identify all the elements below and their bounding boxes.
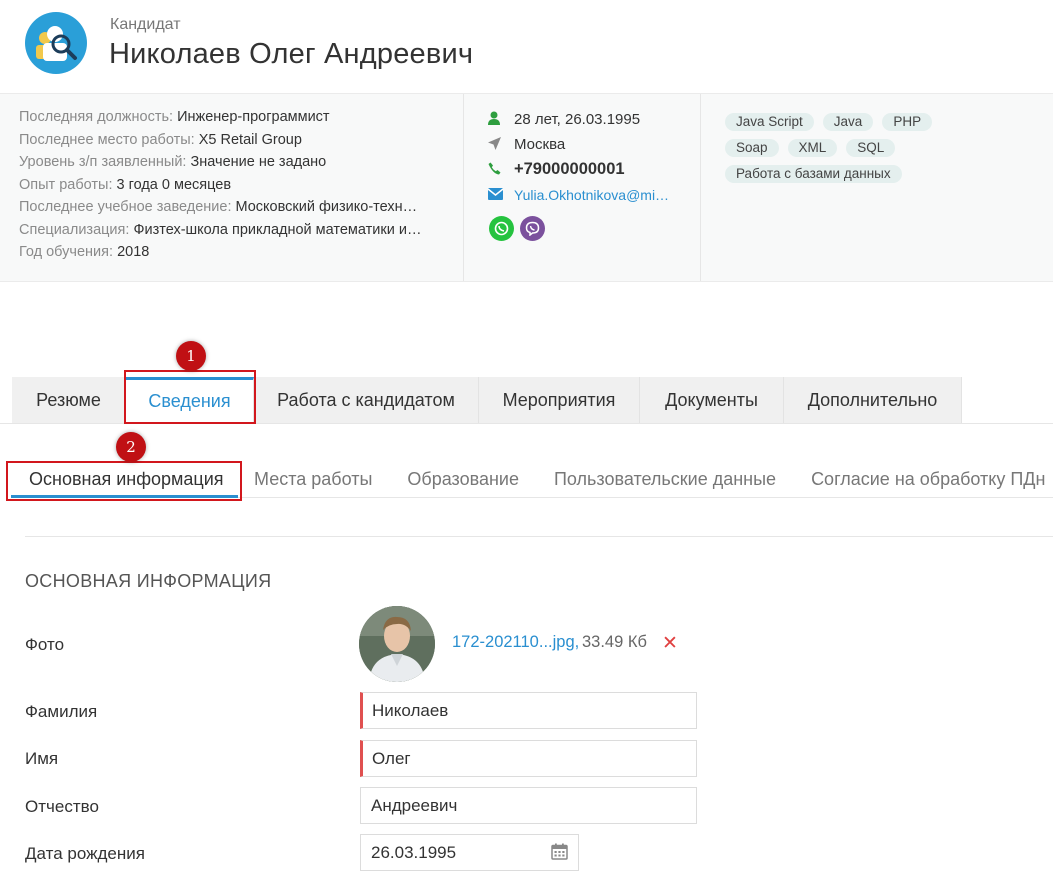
field-label-middle-name: Отчество bbox=[25, 797, 99, 816]
tab-events[interactable]: Мероприятия bbox=[479, 377, 640, 423]
tab-documents[interactable]: Документы bbox=[640, 377, 784, 423]
section-divider bbox=[25, 536, 1053, 537]
middle-name-field[interactable]: Андреевич bbox=[360, 787, 697, 824]
candidate-label: Кандидат bbox=[110, 16, 181, 33]
skills-list: Java Script Java PHP Soap XML SQL Работа… bbox=[725, 113, 945, 183]
photo-label: Фото bbox=[25, 635, 65, 654]
field-label-birth-date: Дата рождения bbox=[25, 844, 145, 863]
birth-date-value: 26.03.1995 bbox=[371, 843, 457, 862]
messenger-links bbox=[489, 216, 545, 241]
candidate-details: Последняя должность: Инженер-программист… bbox=[19, 109, 444, 267]
detail-education: Последнее учебное заведение: Московский … bbox=[19, 199, 418, 215]
contacts-block: 28 лет, 26.03.1995 Москва +79000000001 Y… bbox=[487, 107, 688, 207]
contact-city: Москва bbox=[488, 132, 688, 157]
detail-last-workplace: Последнее место работы: X5 Retail Group bbox=[19, 131, 302, 148]
field-label-first-name: Имя bbox=[25, 749, 59, 768]
location-arrow-icon bbox=[488, 136, 514, 153]
birth-date-field[interactable]: 26.03.1995 bbox=[360, 834, 579, 871]
tab-resume[interactable]: Резюме bbox=[12, 377, 126, 423]
tab-candidate-work[interactable]: Работа с кандидатом bbox=[254, 377, 479, 423]
photo-file-size: 33.49 Кб bbox=[582, 633, 647, 651]
contact-phone[interactable]: +79000000001 bbox=[488, 157, 688, 182]
detail-salary: Уровень з/п заявленный: Значение не зада… bbox=[19, 154, 327, 170]
delete-photo-icon[interactable]: ✕ bbox=[662, 632, 678, 655]
viber-icon[interactable] bbox=[520, 216, 545, 241]
section-title: ОСНОВНАЯ ИНФОРМАЦИЯ bbox=[25, 571, 272, 591]
candidate-header: Кандидат Николаев Олег Андреевич bbox=[0, 0, 1053, 93]
first-name-field[interactable]: Олег bbox=[360, 740, 697, 777]
candidate-search-icon bbox=[25, 12, 87, 74]
skill-tag[interactable]: Java Script bbox=[725, 113, 814, 131]
last-name-field[interactable]: Николаев bbox=[360, 692, 697, 729]
phone-icon bbox=[488, 162, 514, 178]
field-label-last-name: Фамилия bbox=[25, 702, 98, 721]
candidate-summary-panel: Последняя должность: Инженер-программист… bbox=[0, 93, 1053, 282]
subtab-workplaces[interactable]: Места работы bbox=[254, 462, 372, 498]
skill-tag[interactable]: Soap bbox=[725, 139, 779, 157]
detail-specialization: Специализация: Физтех-школа прикладной м… bbox=[19, 221, 422, 238]
skill-tag[interactable]: SQL bbox=[846, 139, 896, 157]
subtab-education[interactable]: Образование bbox=[407, 462, 519, 498]
marker-badge-2: 2 bbox=[116, 432, 146, 462]
column-divider bbox=[463, 94, 464, 281]
skill-tag[interactable]: XML bbox=[787, 139, 838, 157]
candidate-photo[interactable] bbox=[359, 606, 435, 682]
highlight-box-1 bbox=[124, 370, 256, 424]
subtab-custom-data[interactable]: Пользовательские данные bbox=[554, 462, 776, 498]
tab-additional[interactable]: Дополнительно bbox=[784, 377, 962, 423]
detail-experience: Опыт работы: 3 года 0 месяцев bbox=[19, 176, 232, 193]
contact-email[interactable]: Yulia.Okhotnikova@mi… bbox=[487, 182, 688, 207]
envelope-icon bbox=[487, 187, 514, 203]
subtabs-baseline bbox=[238, 497, 1053, 498]
skill-tag[interactable]: Работа с базами данных bbox=[725, 165, 902, 183]
person-icon bbox=[488, 111, 514, 128]
candidate-name: Николаев Олег Андреевич bbox=[109, 38, 474, 70]
whatsapp-icon[interactable] bbox=[489, 216, 514, 241]
calendar-icon[interactable] bbox=[551, 843, 568, 865]
highlight-box-2 bbox=[6, 461, 242, 501]
skill-tag[interactable]: PHP bbox=[882, 113, 933, 131]
column-divider bbox=[700, 94, 701, 281]
subtab-consent[interactable]: Согласие на обработку ПДн bbox=[811, 462, 1045, 498]
photo-file-link[interactable]: 172-202110...jpg, bbox=[452, 633, 579, 652]
contact-age: 28 лет, 26.03.1995 bbox=[488, 107, 688, 132]
detail-last-position: Последняя должность: Инженер-программист bbox=[19, 109, 330, 125]
marker-badge-1: 1 bbox=[176, 341, 206, 371]
detail-study-year: Год обучения: 2018 bbox=[19, 244, 150, 260]
skill-tag[interactable]: Java bbox=[822, 113, 874, 131]
